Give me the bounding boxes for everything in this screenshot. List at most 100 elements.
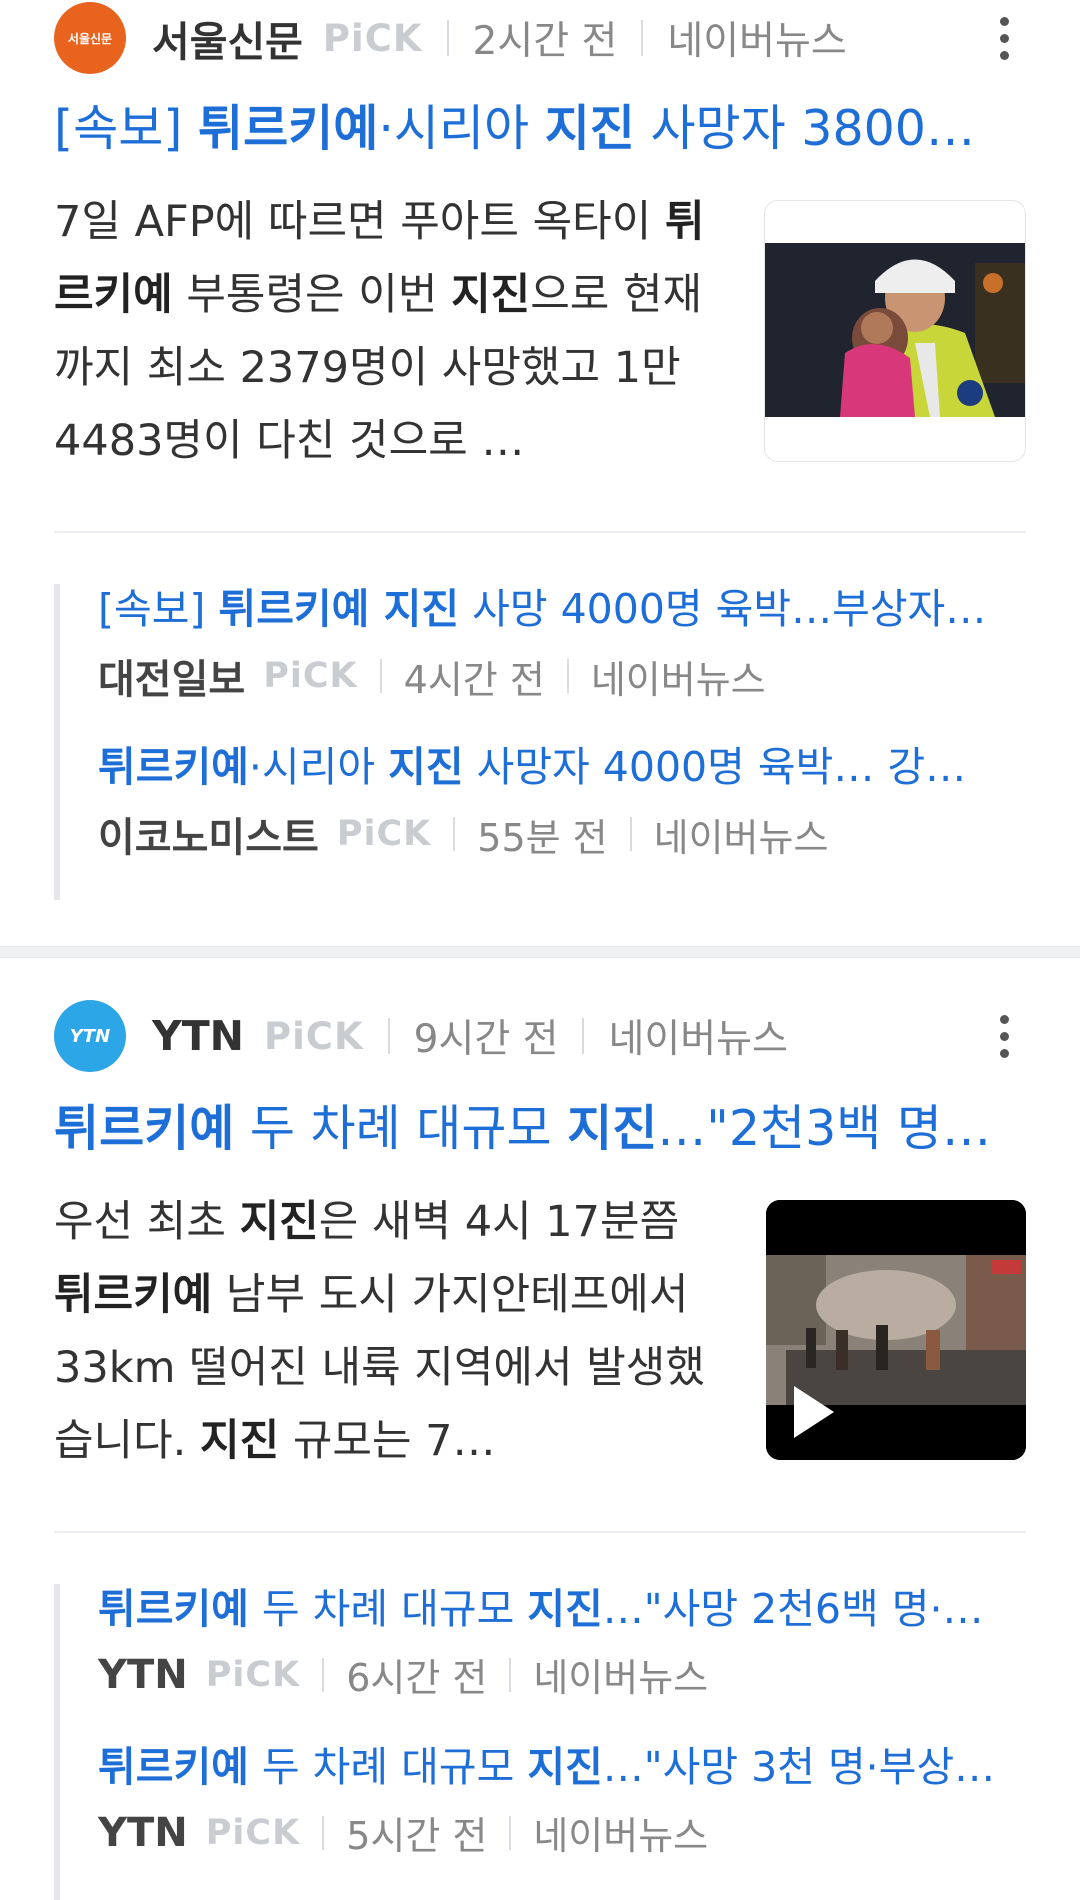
text-segment: ·시리아 [248,743,389,791]
timestamp: 9시간 전 [413,1017,559,1062]
text-segment: 7일 AFP에 따르면 푸아트 옥타이 [54,197,665,247]
text-segment: 사망자 4000명 육박… 강… [463,743,967,791]
text-segment: ·시리아 [378,100,545,157]
highlighted-keyword: 지진 [388,743,464,791]
text-segment: …"사망 3천 명·부상… [602,1743,996,1791]
related-article[interactable]: 튀르키예·시리아 지진 사망자 4000명 육박… 강… 이코노미스트 PiCK… [60,742,1020,900]
highlighted-keyword: 튀르키예 [54,1270,213,1320]
highlighted-keyword: 지진 [451,270,531,320]
more-options-icon[interactable] [984,1002,1024,1070]
related-meta: YTN PiCK 6시간 전 네이버뉴스 [98,1647,1020,1702]
divider [379,659,382,694]
related-article[interactable]: 튀르키예 두 차례 대규모 지진…"사망 3천 명·부상… YTN PiCK 5… [60,1742,1020,1900]
divider [453,817,456,852]
highlighted-keyword: 튀르키예 [98,1585,249,1633]
text-segment: …"2천3백 명… [657,1100,992,1157]
highlighted-keyword: 튀르키예 지진 [218,585,460,633]
related-articles: 튀르키예 두 차례 대규모 지진…"사망 2천6백 명·… YTN PiCK 6… [54,1584,1020,1900]
text-segment: 은 새벽 4시 17분쯤 [318,1197,680,1247]
source-row: 서울신문 서울신문 PiCK 2시간 전 네이버뉴스 [54,0,1024,76]
platform-link[interactable]: 네이버뉴스 [533,1805,708,1860]
related-source[interactable]: 대전일보 [98,647,245,705]
related-meta: 이코노미스트 PiCK 55분 전 네이버뉴스 [98,805,1020,863]
related-article[interactable]: [속보] 튀르키예 지진 사망 4000명 육박…부상자… 대전일보 PiCK … [60,584,1020,742]
article-headline[interactable]: [속보] 튀르키예·시리아 지진 사망자 3800… [54,100,1024,159]
divider [566,659,569,694]
related-article[interactable]: 튀르키예 두 차례 대규모 지진…"사망 2천6백 명·… YTN PiCK 6… [60,1584,1020,1742]
highlighted-keyword: 지진 [567,1100,658,1157]
section-divider [54,1531,1026,1533]
text-segment: 사망자 3800… [634,100,975,157]
text-segment: 사망 4000명 육박…부상자… [459,585,987,633]
section-divider [54,531,1026,533]
related-source[interactable]: YTN [98,1810,188,1856]
platform-link[interactable]: 네이버뉴스 [667,10,846,66]
related-source[interactable]: 이코노미스트 [98,805,319,863]
highlighted-keyword: 지진 [527,1743,603,1791]
timestamp: 4시간 전 [403,657,545,702]
article-headline[interactable]: 튀르키예 두 차례 대규모 지진…"2천3백 명… [54,1100,1024,1159]
video-thumbnail[interactable] [766,1200,1026,1460]
source-logo[interactable]: YTN [54,1000,126,1072]
text-segment: 우선 최초 [54,1197,240,1247]
divider [387,1018,390,1054]
pick-badge: PiCK [205,1812,301,1853]
text-segment: 두 차례 대규모 [234,1100,568,1157]
source-name[interactable]: YTN [152,1012,244,1060]
platform-link[interactable]: 네이버뉴스 [533,1647,708,1702]
divider [509,1657,512,1692]
card-separator [0,946,1080,958]
text-segment: 두 차례 대규모 [248,1743,528,1791]
platform-link[interactable]: 네이버뉴스 [591,649,766,704]
text-segment: [속보] [98,585,219,633]
text-segment: 규모는 7… [279,1416,496,1466]
text-segment: 부통령은 이번 [172,270,452,320]
highlighted-keyword: 지진 [200,1416,280,1466]
timestamp: 6시간 전 [346,1656,488,1701]
related-title[interactable]: 튀르키예 두 차례 대규모 지진…"사망 3천 명·부상… [98,1742,998,1793]
logo-text: 서울신문 [67,31,113,46]
highlighted-keyword: 지진 [544,100,635,157]
related-title[interactable]: 튀르키예·시리아 지진 사망자 4000명 육박… 강… [98,742,998,793]
text-segment: …"사망 2천6백 명·… [602,1585,984,1633]
related-title[interactable]: 튀르키예 두 차례 대규모 지진…"사망 2천6백 명·… [98,1584,998,1635]
divider [629,817,632,852]
divider [322,1815,325,1850]
highlighted-keyword: 지진 [239,1197,319,1247]
divider [582,1018,585,1054]
timestamp: 2시간 전 [472,19,618,64]
highlighted-keyword: 튀르키예 [98,1743,249,1791]
pick-badge: PiCK [263,656,358,697]
platform-link[interactable]: 네이버뉴스 [654,807,829,862]
platform-link[interactable]: 네이버뉴스 [608,1008,787,1064]
article-summary[interactable]: 우선 최초 지진은 새벽 4시 17분쯤 튀르키예 남부 도시 가지안테프에서 … [54,1186,714,1478]
pick-badge: PiCK [263,1014,364,1058]
related-meta: 대전일보 PiCK 4시간 전 네이버뉴스 [98,647,1020,705]
source-row: YTN YTN PiCK 9시간 전 네이버뉴스 [54,998,1024,1074]
pick-badge: PiCK [322,16,423,60]
pick-badge: PiCK [336,814,432,855]
play-icon[interactable] [794,1386,834,1438]
highlighted-keyword: 지진 [527,1585,603,1633]
divider [322,1657,325,1692]
related-meta: YTN PiCK 5시간 전 네이버뉴스 [98,1805,1020,1860]
related-articles: [속보] 튀르키예 지진 사망 4000명 육박…부상자… 대전일보 PiCK … [54,584,1020,900]
pick-badge: PiCK [205,1654,301,1695]
highlighted-keyword: 튀르키예 [197,100,379,157]
related-title[interactable]: [속보] 튀르키예 지진 사망 4000명 육박…부상자… [98,584,998,635]
highlighted-keyword: 튀르키예 [54,1100,235,1157]
more-options-icon[interactable] [984,4,1024,72]
divider [446,20,449,56]
logo-text: YTN [69,1025,111,1047]
divider [509,1815,512,1850]
news-card-seoul: 서울신문 서울신문 PiCK 2시간 전 네이버뉴스 [속보] 튀르키예·시리아… [0,0,1080,946]
article-summary[interactable]: 7일 AFP에 따르면 푸아트 옥타이 튀르키예 부통령은 이번 지진으로 현재… [54,186,714,478]
article-thumbnail[interactable] [764,200,1026,462]
source-logo[interactable]: 서울신문 [54,2,126,74]
timestamp: 55분 전 [477,815,608,860]
divider [641,20,644,56]
source-name[interactable]: 서울신문 [152,8,303,68]
text-segment: [속보] [54,100,198,157]
related-source[interactable]: YTN [98,1652,188,1698]
thumbnail-image [765,243,1025,417]
